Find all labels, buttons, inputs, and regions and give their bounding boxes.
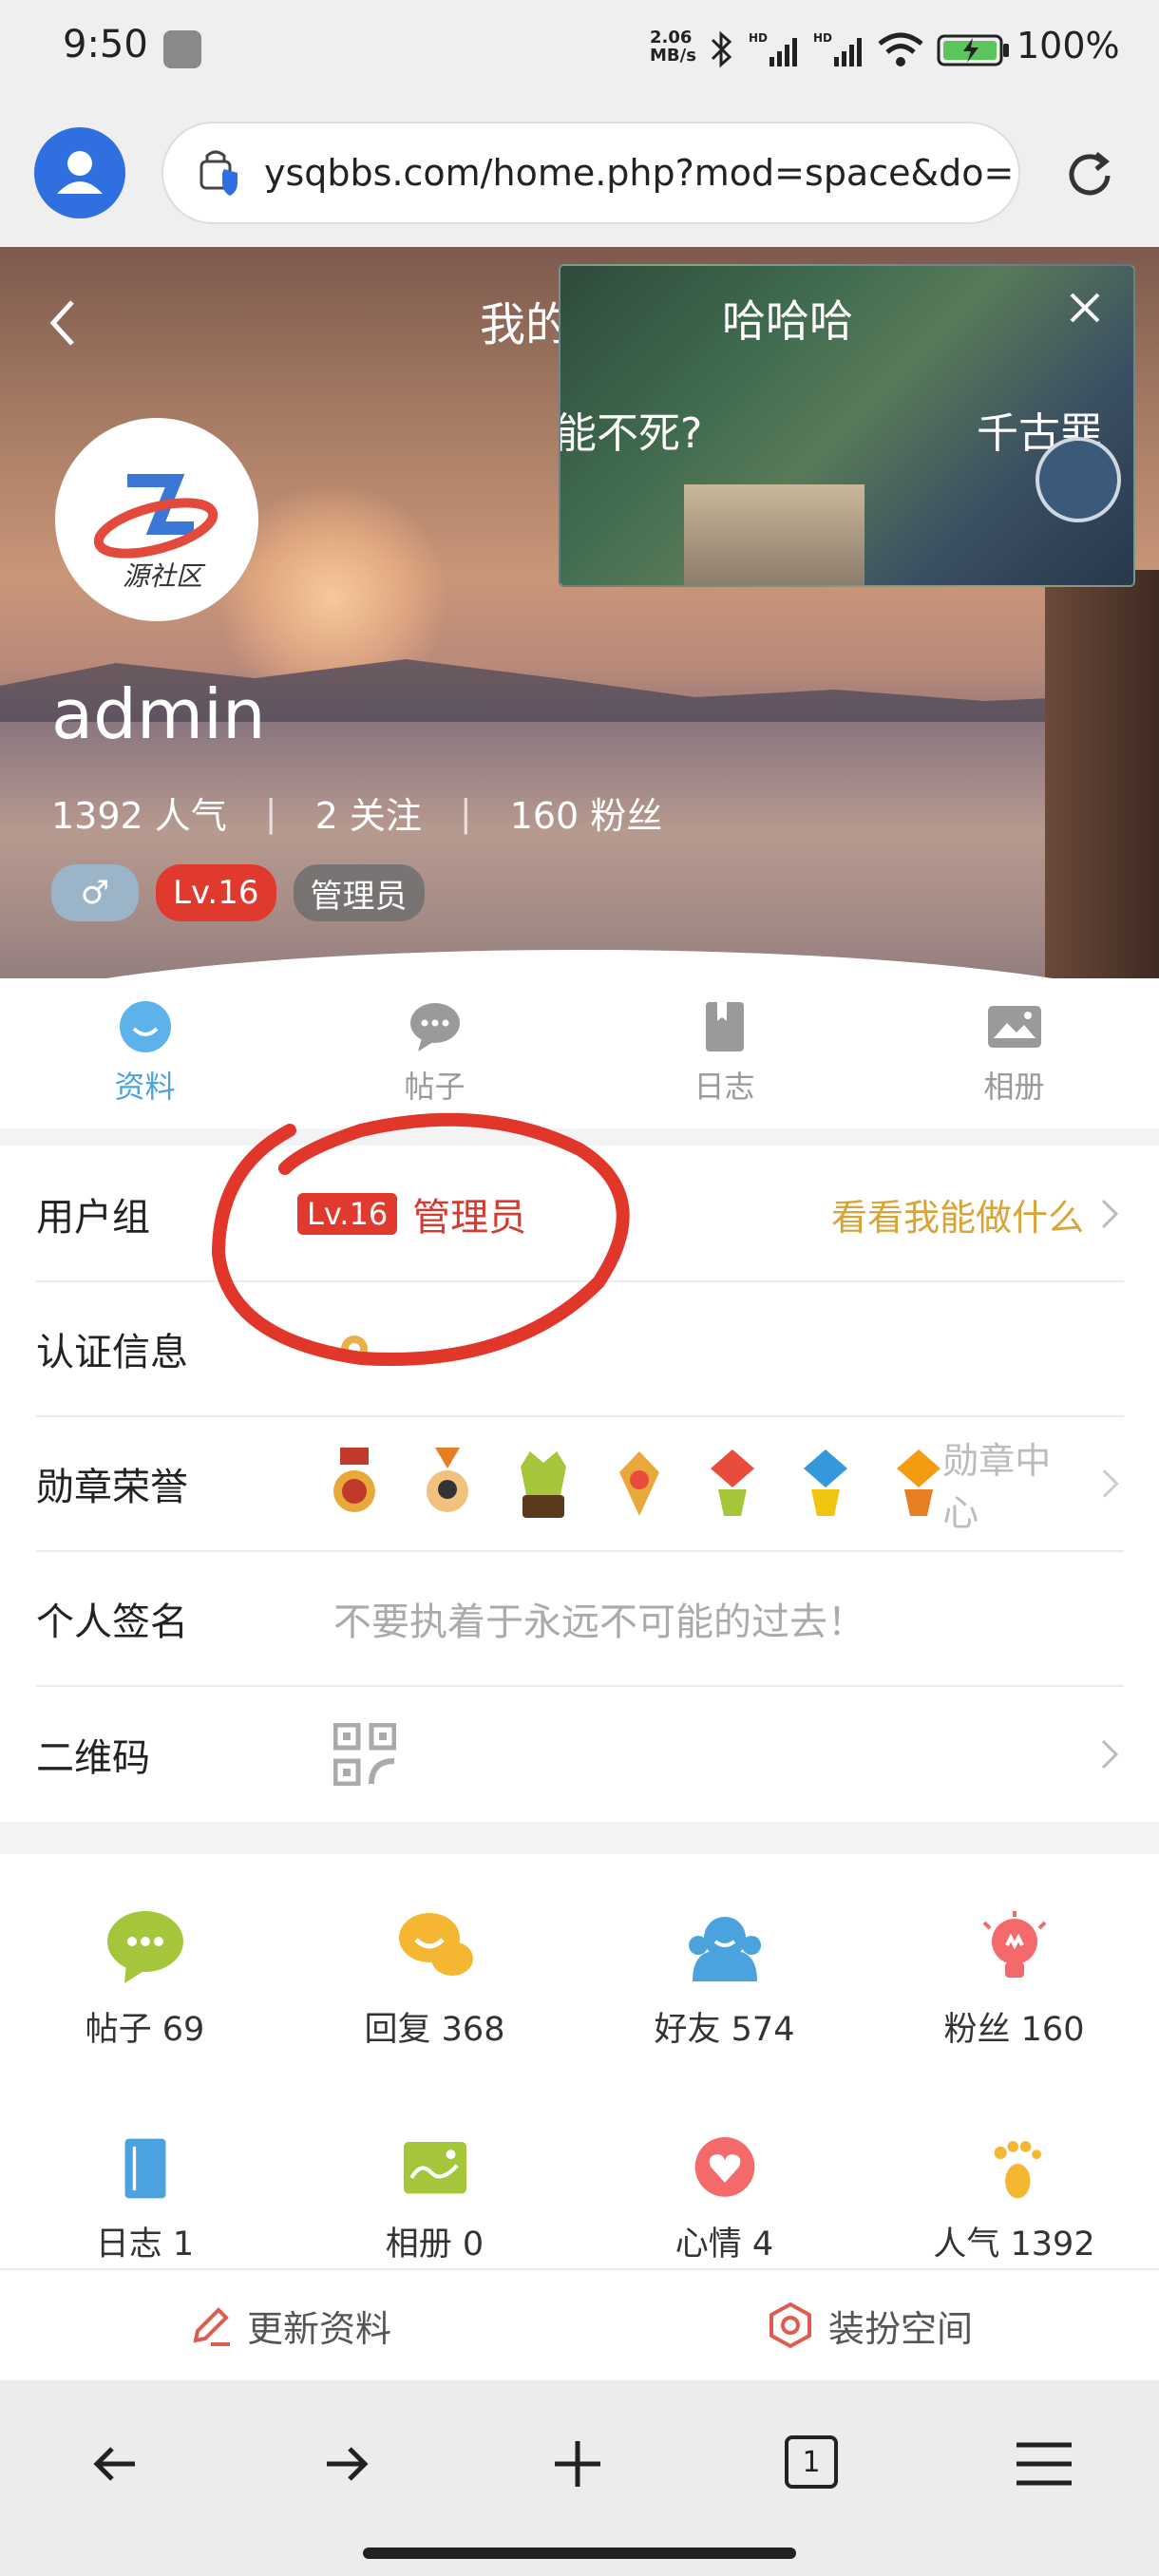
- new-tab-icon[interactable]: [551, 2437, 604, 2491]
- fans-count[interactable]: 160 粉丝: [510, 786, 663, 839]
- reload-icon[interactable]: [1060, 146, 1119, 205]
- medal-icon: [619, 1451, 660, 1516]
- tab-album[interactable]: 相册: [869, 978, 1159, 1128]
- qrcode-icon: [333, 1723, 396, 1786]
- image-icon: [987, 1006, 1041, 1048]
- chevron-right-icon: [1101, 1199, 1119, 1229]
- pencil-icon: [193, 2307, 230, 2346]
- battery-percent: 100%: [1016, 25, 1120, 66]
- chevron-right-icon: [1101, 1739, 1119, 1770]
- stat-posts[interactable]: 帖子 69: [0, 1909, 290, 2051]
- net-speed: 2.06 MB/s: [650, 28, 696, 66]
- medal-icon: [897, 1449, 941, 1516]
- hexagon-settings-icon: [769, 2301, 811, 2349]
- stats-grid-row-1: 帖子 69 回复 368 好友 574 粉丝 160: [0, 1909, 1159, 2051]
- medal-icon: [521, 1451, 567, 1518]
- medal-icon: [711, 1449, 755, 1516]
- gender-badge: ♂: [51, 864, 139, 921]
- stat-friends[interactable]: 好友 574: [580, 1909, 869, 2051]
- popularity-count[interactable]: 1392 人气: [51, 786, 227, 839]
- stats-grid-row-2: 日志 1 相册 0 心情 4 人气 1392: [0, 2137, 1159, 2265]
- signal-icon-1: HD: [749, 31, 797, 66]
- lightbulb-icon: [982, 1911, 1046, 1978]
- status-time: 9:50: [63, 23, 148, 66]
- book-icon: [124, 2138, 165, 2199]
- signal-icon-2: HD: [813, 31, 862, 66]
- home-indicator: [363, 2548, 796, 2559]
- medal-center-link[interactable]: 勋章中心: [942, 1431, 1084, 1536]
- row-signature: 个人签名 不要执着于永远不可能的过去！: [36, 1552, 1124, 1687]
- row-qrcode[interactable]: 二维码: [36, 1687, 1124, 1822]
- bottom-action-bar: 更新资料 装扮空间: [0, 2268, 1159, 2380]
- site-logo: 源社区: [55, 418, 258, 621]
- photo-icon: [403, 2141, 466, 2194]
- username: admin: [51, 674, 266, 754]
- browser-toolbar: 1: [0, 2380, 1159, 2576]
- stat-popularity[interactable]: 人气 1392: [869, 2137, 1159, 2265]
- profile-stats: 1392 人气 | 2 关注 | 160 粉丝: [51, 786, 662, 839]
- back-arrow-icon[interactable]: [89, 2437, 142, 2491]
- svg-text:HD: HD: [813, 31, 832, 45]
- role-badge: 管理员: [293, 864, 425, 921]
- decorate-space-button[interactable]: 装扮空间: [580, 2270, 1159, 2380]
- menu-icon[interactable]: [1015, 2437, 1074, 2491]
- reply-bubble-icon: [398, 1913, 473, 1976]
- signature-text: 不要执着于永远不可能的过去！: [333, 1601, 865, 1644]
- svg-text:HD: HD: [749, 31, 768, 45]
- stat-fans[interactable]: 粉丝 160: [869, 1909, 1159, 2051]
- video-caption-left: 能不死?: [559, 409, 703, 458]
- following-count[interactable]: 2 关注: [315, 786, 422, 839]
- permissions-link[interactable]: 看看我能做什么: [831, 1188, 1084, 1241]
- stat-moods[interactable]: 心情 4: [580, 2137, 869, 2265]
- medal-icon: [333, 1448, 376, 1512]
- tab-profile[interactable]: 资料: [0, 978, 290, 1128]
- site-info-icon[interactable]: [192, 144, 258, 201]
- comment-icon: [409, 1003, 460, 1051]
- url-text: ysqbbs.com/home.php?mod=space&do=: [264, 152, 1015, 194]
- tab-posts[interactable]: 帖子: [290, 978, 580, 1128]
- tab-switcher[interactable]: 1: [785, 2435, 838, 2489]
- stat-replies[interactable]: 回复 368: [290, 1909, 580, 2051]
- back-icon[interactable]: [44, 294, 82, 351]
- edit-profile-button[interactable]: 更新资料: [0, 2270, 580, 2380]
- heart-bubble-icon: [694, 2137, 754, 2197]
- level-badge: Lv.16: [156, 864, 276, 921]
- annotation-circle: [211, 1112, 630, 1366]
- close-icon[interactable]: [1064, 287, 1106, 329]
- battery-icon: [937, 34, 1009, 66]
- bookmark-book-icon: [705, 1002, 744, 1051]
- medal-list: [331, 1448, 942, 1520]
- row-medals[interactable]: 勋章荣誉 勋章中心: [36, 1417, 1124, 1552]
- avatar[interactable]: [34, 127, 125, 218]
- smile-icon: [119, 1001, 171, 1052]
- svg-text:源社区: 源社区: [123, 560, 206, 592]
- profile-badges: ♂ Lv.16 管理员: [51, 864, 425, 921]
- profile-tabs: 资料 帖子 日志 相册: [0, 978, 1159, 1128]
- stat-blogs[interactable]: 日志 1: [0, 2137, 290, 2265]
- floating-video-player[interactable]: 哈哈哈 能不死? 千古罪: [559, 264, 1135, 587]
- chat-bubble-icon: [106, 1911, 183, 1983]
- footprint-icon: [994, 2141, 1041, 2199]
- medal-icon: [427, 1448, 469, 1512]
- bluetooth-icon: [711, 30, 732, 68]
- wifi-icon: [878, 32, 923, 66]
- forward-arrow-icon[interactable]: [319, 2437, 372, 2491]
- tab-blog[interactable]: 日志: [580, 978, 869, 1128]
- medal-icon: [804, 1449, 848, 1516]
- video-overlay-text: 哈哈哈: [722, 295, 853, 347]
- url-field[interactable]: ysqbbs.com/home.php?mod=space&do=: [162, 122, 1020, 224]
- chevron-right-icon: [1102, 1469, 1119, 1498]
- browser-address-bar: ysqbbs.com/home.php?mod=space&do=: [0, 103, 1159, 247]
- status-bar: 9:50 2.06 MB/s HD HD 100%: [0, 0, 1159, 103]
- wrench-icon: [163, 30, 201, 68]
- friends-icon: [688, 1917, 761, 1981]
- user-icon: [57, 151, 103, 194]
- stat-albums[interactable]: 相册 0: [290, 2137, 580, 2265]
